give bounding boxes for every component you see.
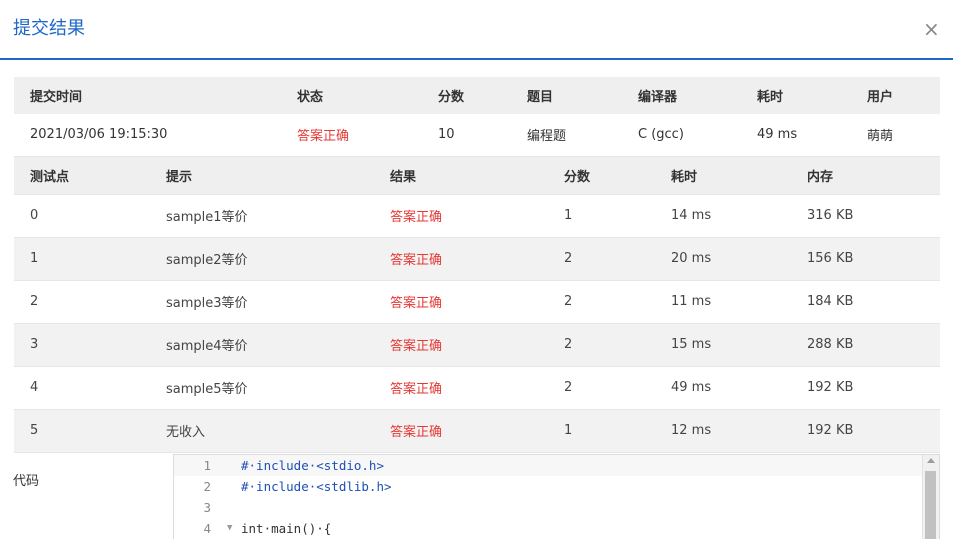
submission-summary-table: 提交时间 状态 分数 题目 编译器 耗时 用户 2021/03/06 19:15… xyxy=(14,77,940,157)
testcase-result: 答案正确 xyxy=(374,280,548,324)
testcase-time: 12 ms xyxy=(655,409,791,453)
code-text: int·main()·{ xyxy=(241,521,332,536)
testcase-hint: sample1等价 xyxy=(150,194,374,238)
header-hint: 提示 xyxy=(150,157,374,195)
line-number: 3 xyxy=(203,500,211,515)
testcase-table: 测试点 提示 结果 分数 耗时 内存 0 sample1等价 答案正确 1 14… xyxy=(14,157,940,453)
dialog-header: 提交结果 × xyxy=(0,0,953,60)
vertical-scrollbar[interactable] xyxy=(922,455,939,539)
header-time: 耗时 xyxy=(757,90,784,105)
testcase-memory: 192 KB xyxy=(791,366,940,410)
testcase-id: 5 xyxy=(14,409,150,453)
header-testcase: 测试点 xyxy=(14,157,150,195)
testcase-score: 2 xyxy=(548,366,655,410)
code-text: #·include·<stdlib.h> xyxy=(241,479,392,494)
testcase-result: 答案正确 xyxy=(374,366,548,410)
testcase-result: 答案正确 xyxy=(374,323,548,367)
code-line: 2 #·include·<stdlib.h> xyxy=(174,476,939,497)
user-link[interactable]: 萌萌 xyxy=(851,114,940,157)
compiler: C (gcc) xyxy=(622,114,741,157)
testcase-memory: 316 KB xyxy=(791,194,940,238)
testcase-time: 14 ms xyxy=(655,194,791,238)
scroll-up-arrow-icon[interactable] xyxy=(927,458,935,463)
testcase-id: 3 xyxy=(14,323,150,367)
testcase-id: 0 xyxy=(14,194,150,238)
table-row: 4 sample5等价 答案正确 2 49 ms 192 KB xyxy=(14,366,940,410)
code-line: 4 ▼ int·main()·{ xyxy=(174,518,939,539)
testcase-score: 2 xyxy=(548,280,655,324)
testcase-hint: sample4等价 xyxy=(150,323,374,367)
testcase-memory: 184 KB xyxy=(791,280,940,324)
header-time: 耗时 xyxy=(655,157,791,195)
score: 10 xyxy=(422,114,511,157)
testcase-time: 20 ms xyxy=(655,237,791,281)
header-memory: 内存 xyxy=(791,157,940,195)
code-editor[interactable]: 1 #·include·<stdio.h> 2 #·include·<stdli… xyxy=(173,454,940,539)
testcase-result: 答案正确 xyxy=(374,237,548,281)
testcase-hint: 无收入 xyxy=(150,409,374,453)
testcase-time: 49 ms xyxy=(655,366,791,410)
table-row: 0 sample1等价 答案正确 1 14 ms 316 KB xyxy=(14,194,940,238)
table-row: 1 sample2等价 答案正确 2 20 ms 156 KB xyxy=(14,237,940,281)
header-submit-time: 提交时间 xyxy=(30,90,83,105)
summary-header-row: 提交时间 状态 分数 题目 编译器 耗时 用户 xyxy=(14,77,940,114)
testcase-id: 4 xyxy=(14,366,150,410)
testcase-time: 11 ms xyxy=(655,280,791,324)
line-number: 1 xyxy=(203,458,211,473)
testcase-id: 2 xyxy=(14,280,150,324)
header-score: 分数 xyxy=(548,157,655,195)
testcase-result: 答案正确 xyxy=(374,409,548,453)
testcase-result: 答案正确 xyxy=(374,194,548,238)
table-row: 5 无收入 答案正确 1 12 ms 192 KB xyxy=(14,409,940,453)
testcase-score: 1 xyxy=(548,194,655,238)
testcase-hint: sample2等价 xyxy=(150,237,374,281)
testcase-memory: 156 KB xyxy=(791,237,940,281)
close-icon[interactable]: × xyxy=(923,16,940,42)
code-line: 3 xyxy=(174,497,939,518)
testcase-memory: 288 KB xyxy=(791,323,940,367)
table-row: 2 sample3等价 答案正确 2 11 ms 184 KB xyxy=(14,280,940,324)
dialog-title: 提交结果 xyxy=(13,18,85,39)
testcase-score: 2 xyxy=(548,323,655,367)
header-problem: 题目 xyxy=(527,90,554,105)
code-label: 代码 xyxy=(13,474,40,489)
testcase-hint: sample5等价 xyxy=(150,366,374,410)
problem-link[interactable]: 编程题 xyxy=(511,114,622,157)
submission-result-dialog: 提交结果 × 提交时间 状态 分数 题目 编译器 耗时 用户 2021/03/0… xyxy=(0,0,953,539)
code-text: #·include·<stdio.h> xyxy=(241,458,384,473)
line-number: 2 xyxy=(203,479,211,494)
header-result: 结果 xyxy=(374,157,548,195)
testcase-time: 15 ms xyxy=(655,323,791,367)
fold-arrow-icon[interactable]: ▼ xyxy=(227,518,237,539)
scrollbar-thumb[interactable] xyxy=(925,471,936,539)
header-score: 分数 xyxy=(438,90,465,105)
status-badge: 答案正确 xyxy=(281,114,422,157)
line-number: 4 xyxy=(203,521,211,536)
submit-time: 2021/03/06 19:15:30 xyxy=(14,114,281,157)
testcase-id: 1 xyxy=(14,237,150,281)
testcase-score: 1 xyxy=(548,409,655,453)
header-user: 用户 xyxy=(867,90,894,105)
code-line: 1 #·include·<stdio.h> xyxy=(174,455,939,476)
testcase-memory: 192 KB xyxy=(791,409,940,453)
header-compiler: 编译器 xyxy=(638,90,678,105)
header-status: 状态 xyxy=(297,90,324,105)
testcase-score: 2 xyxy=(548,237,655,281)
testcase-header-row: 测试点 提示 结果 分数 耗时 内存 xyxy=(14,157,940,195)
elapsed-time: 49 ms xyxy=(741,114,851,157)
summary-row: 2021/03/06 19:15:30 答案正确 10 编程题 C (gcc) … xyxy=(14,114,940,157)
testcase-hint: sample3等价 xyxy=(150,280,374,324)
table-row: 3 sample4等价 答案正确 2 15 ms 288 KB xyxy=(14,323,940,367)
